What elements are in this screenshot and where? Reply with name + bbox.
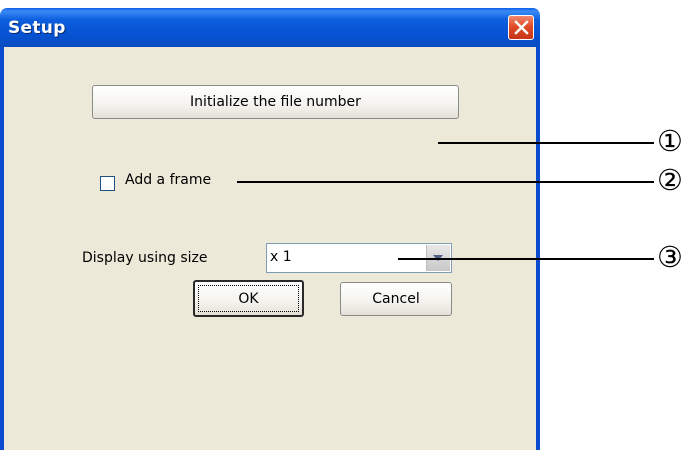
callout-line-3 [398,258,654,260]
ok-button[interactable]: OK [193,280,304,317]
display-size-label: Display using size [82,250,208,266]
display-size-value: x 1 [270,249,292,265]
callout-number-1: ① [657,124,683,158]
title-bar[interactable]: Setup [0,8,540,47]
initialize-button-label: Initialize the file number [190,94,361,110]
close-x-icon [514,20,529,35]
add-frame-checkbox[interactable] [100,176,115,191]
window-title: Setup [8,18,66,38]
close-button[interactable] [508,15,534,40]
callout-number-3: ③ [657,240,683,274]
cancel-button[interactable]: Cancel [340,282,452,316]
stage: Setup Initialize the file number Add a f… [0,0,689,450]
add-frame-label[interactable]: Add a frame [125,172,211,188]
callout-line-1 [438,142,654,144]
window-frame-right [536,47,540,450]
callout-number-2: ② [657,163,683,197]
callout-line-2 [237,181,654,183]
setup-dialog: Setup [0,8,540,450]
ok-focus-rect [198,285,299,312]
cancel-button-label: Cancel [372,291,420,307]
initialize-file-number-button[interactable]: Initialize the file number [92,85,459,119]
